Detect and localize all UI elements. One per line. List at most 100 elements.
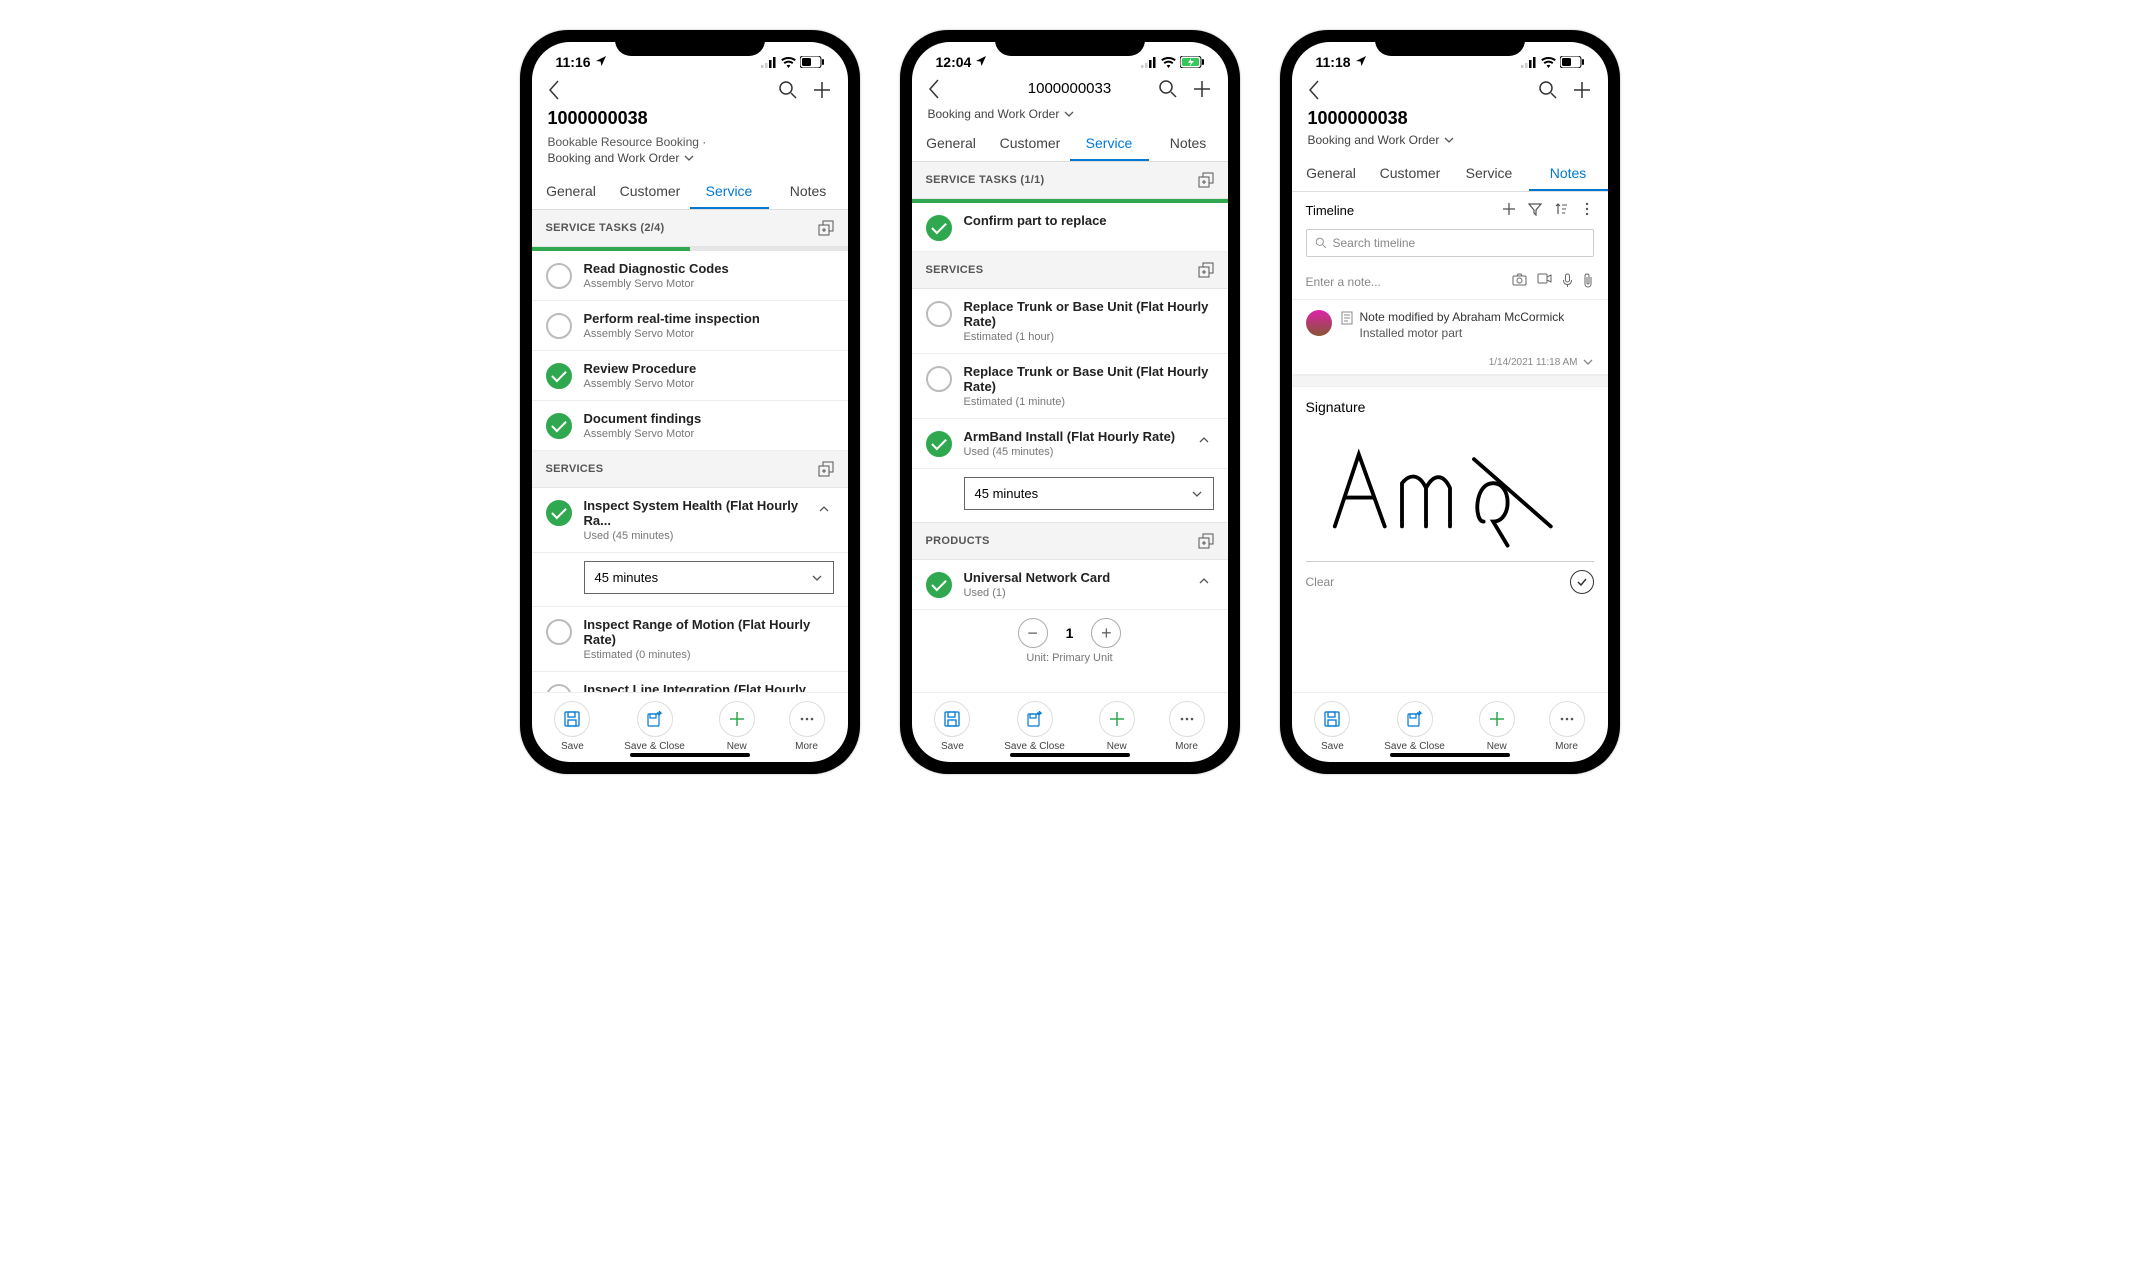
more-button[interactable]: More: [789, 701, 825, 752]
mic-icon[interactable]: [1562, 273, 1573, 291]
form-switcher[interactable]: Booking and Work Order: [548, 151, 696, 165]
tab-general[interactable]: General: [912, 125, 991, 161]
add-product-icon[interactable]: [1198, 533, 1214, 549]
form-switcher[interactable]: Booking and Work Order: [928, 107, 1076, 121]
duration-dropdown[interactable]: 45 minutes: [964, 477, 1214, 510]
save-button[interactable]: Save: [554, 701, 590, 752]
add-icon[interactable]: [1192, 79, 1212, 99]
content-scroll[interactable]: SERVICE TASKS (1/1) Confirm part to repl…: [912, 162, 1228, 692]
service-row[interactable]: ArmBand Install (Flat Hourly Rate)Used (…: [912, 419, 1228, 469]
tab-service[interactable]: Service: [1070, 125, 1149, 161]
filter-icon[interactable]: [1528, 202, 1542, 219]
new-button[interactable]: New: [1099, 701, 1135, 752]
collapse-icon[interactable]: [1194, 429, 1214, 455]
home-indicator[interactable]: [630, 753, 750, 757]
more-button[interactable]: More: [1169, 701, 1205, 752]
bottom-toolbar: Save Save & Close New More: [1292, 692, 1608, 762]
back-button[interactable]: [548, 80, 560, 100]
task-row[interactable]: Confirm part to replace: [912, 203, 1228, 252]
tab-general[interactable]: General: [532, 173, 611, 209]
back-button[interactable]: [928, 79, 940, 99]
service-row[interactable]: Inspect System Health (Flat Hourly Ra...…: [532, 488, 848, 553]
tab-service[interactable]: Service: [690, 173, 769, 209]
note-entry[interactable]: Note modified by Abraham McCormick Insta…: [1292, 300, 1608, 375]
enter-note-input[interactable]: Enter a note...: [1292, 265, 1608, 300]
duration-dropdown[interactable]: 45 minutes: [584, 561, 834, 594]
service-row[interactable]: Replace Trunk or Base Unit (Flat Hourly …: [912, 354, 1228, 419]
task-row[interactable]: Read Diagnostic CodesAssembly Servo Moto…: [532, 251, 848, 301]
timeline-add-icon[interactable]: [1502, 202, 1516, 219]
add-icon[interactable]: [812, 80, 832, 100]
content-scroll[interactable]: SERVICE TASKS (2/4) Read Diagnostic Code…: [532, 210, 848, 692]
task-row[interactable]: Document findingsAssembly Servo Motor: [532, 401, 848, 451]
check-circle[interactable]: [926, 215, 952, 241]
sort-icon[interactable]: [1554, 202, 1568, 219]
signature-canvas[interactable]: [1306, 423, 1594, 553]
home-indicator[interactable]: [1390, 753, 1510, 757]
tab-customer[interactable]: Customer: [611, 173, 690, 209]
new-button[interactable]: New: [1479, 701, 1515, 752]
tab-notes[interactable]: Notes: [769, 173, 848, 209]
check-circle[interactable]: [546, 263, 572, 289]
save-close-button[interactable]: Save & Close: [624, 701, 685, 752]
content-scroll[interactable]: Timeline Search timeline Enter a note...…: [1292, 192, 1608, 692]
service-row[interactable]: Replace Trunk or Base Unit (Flat Hourly …: [912, 289, 1228, 354]
tab-customer[interactable]: Customer: [1371, 155, 1450, 191]
collapse-icon[interactable]: [1194, 570, 1214, 596]
form-switcher[interactable]: Booking and Work Order: [1308, 133, 1456, 147]
add-service-icon[interactable]: [818, 461, 834, 477]
check-circle[interactable]: [546, 363, 572, 389]
note-body-text: Installed motor part: [1360, 326, 1565, 340]
check-circle[interactable]: [546, 500, 572, 526]
save-button[interactable]: Save: [934, 701, 970, 752]
check-circle[interactable]: [926, 431, 952, 457]
add-task-icon[interactable]: [1198, 172, 1214, 188]
service-row[interactable]: Inspect Line Integration (Flat Hourly Ra…: [532, 672, 848, 692]
task-row[interactable]: Perform real-time inspectionAssembly Ser…: [532, 301, 848, 351]
save-close-button[interactable]: Save & Close: [1384, 701, 1445, 752]
confirm-signature-button[interactable]: [1570, 570, 1594, 594]
tab-notes[interactable]: Notes: [1149, 125, 1228, 161]
more-button[interactable]: More: [1549, 701, 1585, 752]
product-row[interactable]: Universal Network CardUsed (1): [912, 560, 1228, 610]
check-circle[interactable]: [546, 684, 572, 692]
task-row[interactable]: Review ProcedureAssembly Servo Motor: [532, 351, 848, 401]
home-indicator[interactable]: [1010, 753, 1130, 757]
search-timeline-input[interactable]: Search timeline: [1306, 229, 1594, 257]
save-close-button[interactable]: Save & Close: [1004, 701, 1065, 752]
back-button[interactable]: [1308, 80, 1320, 100]
search-icon[interactable]: [778, 80, 798, 100]
tab-notes[interactable]: Notes: [1529, 155, 1608, 191]
check-circle[interactable]: [546, 619, 572, 645]
attach-icon[interactable]: [1583, 273, 1594, 291]
new-button[interactable]: New: [719, 701, 755, 752]
increment-button[interactable]: +: [1091, 618, 1121, 648]
tab-customer[interactable]: Customer: [991, 125, 1070, 161]
search-icon: [1315, 237, 1327, 249]
add-task-icon[interactable]: [818, 220, 834, 236]
overflow-icon[interactable]: [1580, 202, 1594, 219]
service-row[interactable]: Inspect Range of Motion (Flat Hourly Rat…: [532, 606, 848, 672]
camera-icon[interactable]: [1512, 273, 1527, 291]
check-circle[interactable]: [926, 366, 952, 392]
search-icon[interactable]: [1538, 80, 1558, 100]
tab-general[interactable]: General: [1292, 155, 1371, 191]
check-circle[interactable]: [926, 572, 952, 598]
clear-signature-button[interactable]: Clear: [1306, 575, 1335, 589]
check-circle[interactable]: [546, 413, 572, 439]
section-services: SERVICES: [532, 451, 848, 488]
collapse-icon[interactable]: [814, 498, 834, 524]
note-timestamp: 1/14/2021 11:18 AM: [1489, 357, 1578, 368]
chevron-down-icon[interactable]: [1582, 356, 1594, 368]
save-close-icon: [1027, 711, 1043, 727]
add-service-icon[interactable]: [1198, 262, 1214, 278]
save-button[interactable]: Save: [1314, 701, 1350, 752]
add-icon[interactable]: [1572, 80, 1592, 100]
search-icon[interactable]: [1158, 79, 1178, 99]
check-circle[interactable]: [546, 313, 572, 339]
check-circle[interactable]: [926, 301, 952, 327]
chevron-down-icon: [1191, 488, 1203, 500]
decrement-button[interactable]: −: [1018, 618, 1048, 648]
tab-service[interactable]: Service: [1450, 155, 1529, 191]
video-icon[interactable]: [1537, 273, 1552, 291]
